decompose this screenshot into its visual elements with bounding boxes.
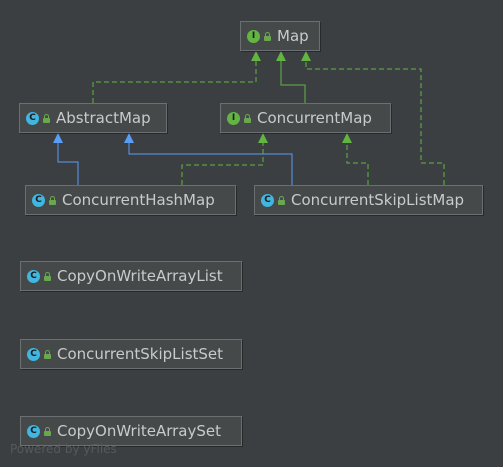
class-icon: C [27,424,40,438]
edge-concurrentmap-extends-map [276,51,306,103]
edge-skiplistmap-extends-abstractmap [124,133,293,185]
node-abstractmap[interactable]: C AbstractMap [19,103,167,133]
node-label: ConcurrentHashMap [62,191,215,209]
class-diagram: I Map C AbstractMap I ConcurrentMap C Co… [0,0,503,467]
node-concurrentskiplistmap[interactable]: C ConcurrentSkipListMap [254,185,483,215]
node-label: CopyOnWriteArrayList [57,267,223,285]
class-icon: C [27,347,40,361]
edge-abstractmap-implements-map [92,51,261,103]
node-label: CopyOnWriteArraySet [57,422,221,440]
node-label: AbstractMap [56,109,151,127]
class-icon: C [26,111,39,125]
edge-hashmap-implements-concurrentmap [181,133,268,185]
node-label: ConcurrentMap [257,109,372,127]
node-label: ConcurrentSkipListMap [291,191,465,209]
node-concurrentmap[interactable]: I ConcurrentMap [220,103,391,133]
public-lock-icon [278,195,285,205]
node-concurrenthashmap[interactable]: C ConcurrentHashMap [25,185,236,215]
public-lock-icon [44,349,51,359]
class-icon: C [261,193,274,207]
public-lock-icon [49,195,56,205]
edge-skiplistmap-implements-concurrentmap [342,133,369,185]
node-label: Map [277,27,309,45]
node-concurrentskiplistset[interactable]: C ConcurrentSkipListSet [20,339,242,369]
watermark: Powered by yFiles [10,442,117,456]
interface-icon: I [227,111,240,125]
public-lock-icon [43,113,50,123]
diagram-edges [53,51,445,185]
public-lock-icon [264,31,271,41]
node-label: ConcurrentSkipListSet [57,345,224,363]
node-map[interactable]: I Map [240,21,320,51]
public-lock-icon [44,426,51,436]
public-lock-icon [244,113,251,123]
edge-hashmap-extends-abstractmap [53,133,79,185]
node-copyonwritearraylist[interactable]: C CopyOnWriteArrayList [20,261,242,291]
interface-icon: I [247,29,260,43]
public-lock-icon [44,271,51,281]
class-icon: C [27,269,40,283]
class-icon: C [32,193,45,207]
